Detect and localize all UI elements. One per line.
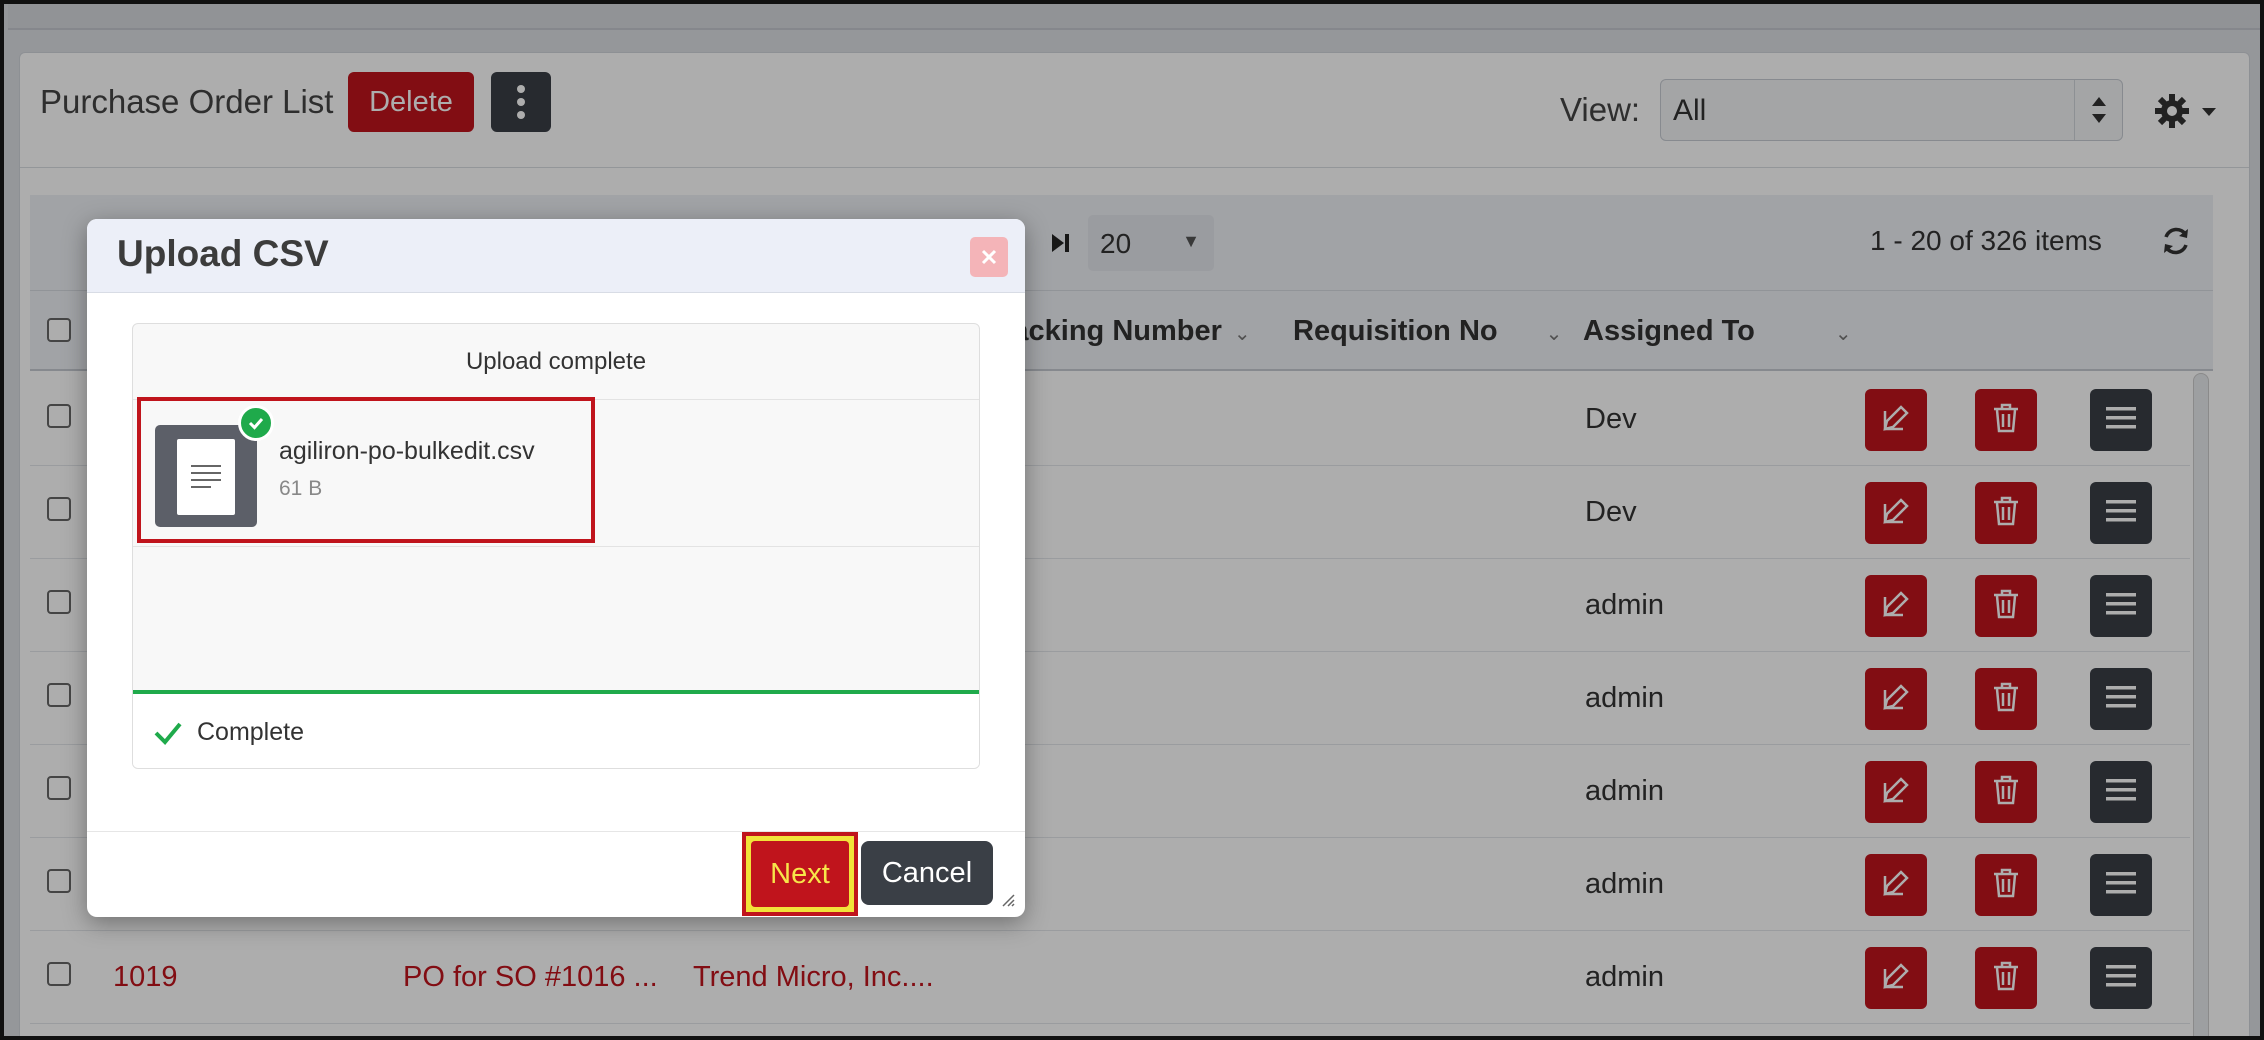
close-button[interactable]: [970, 237, 1008, 277]
document-icon: [177, 439, 235, 515]
upload-status-bar: Complete: [133, 694, 979, 768]
file-size: 61 B: [279, 477, 323, 500]
resize-handle-icon[interactable]: [999, 891, 1015, 907]
dialog-header: Upload CSV: [87, 219, 1025, 293]
check-circle-icon: [238, 405, 274, 441]
divider: [133, 546, 979, 547]
upload-dashboard: Upload complete agiliron-po-bulkedit.csv…: [132, 323, 980, 769]
upload-status: Upload complete: [133, 324, 979, 400]
uploaded-file-item[interactable]: agiliron-po-bulkedit.csv 61 B: [137, 397, 595, 543]
next-button-label: Next: [751, 841, 849, 907]
close-icon: [981, 249, 997, 265]
file-thumbnail: [155, 425, 257, 527]
progress-label: Complete: [197, 718, 304, 746]
cancel-button[interactable]: Cancel: [861, 841, 993, 905]
next-button[interactable]: Next: [742, 832, 858, 916]
file-name: agiliron-po-bulkedit.csv: [279, 437, 535, 465]
dialog-footer: Next Cancel: [87, 831, 1025, 917]
upload-csv-dialog: Upload CSV Upload complete agiliron-po-b…: [87, 219, 1025, 917]
checkmark-icon: [154, 722, 182, 745]
dialog-title: Upload CSV: [117, 233, 329, 274]
app-frame: Purchase Order List Delete View: All 20 …: [0, 0, 2264, 1040]
